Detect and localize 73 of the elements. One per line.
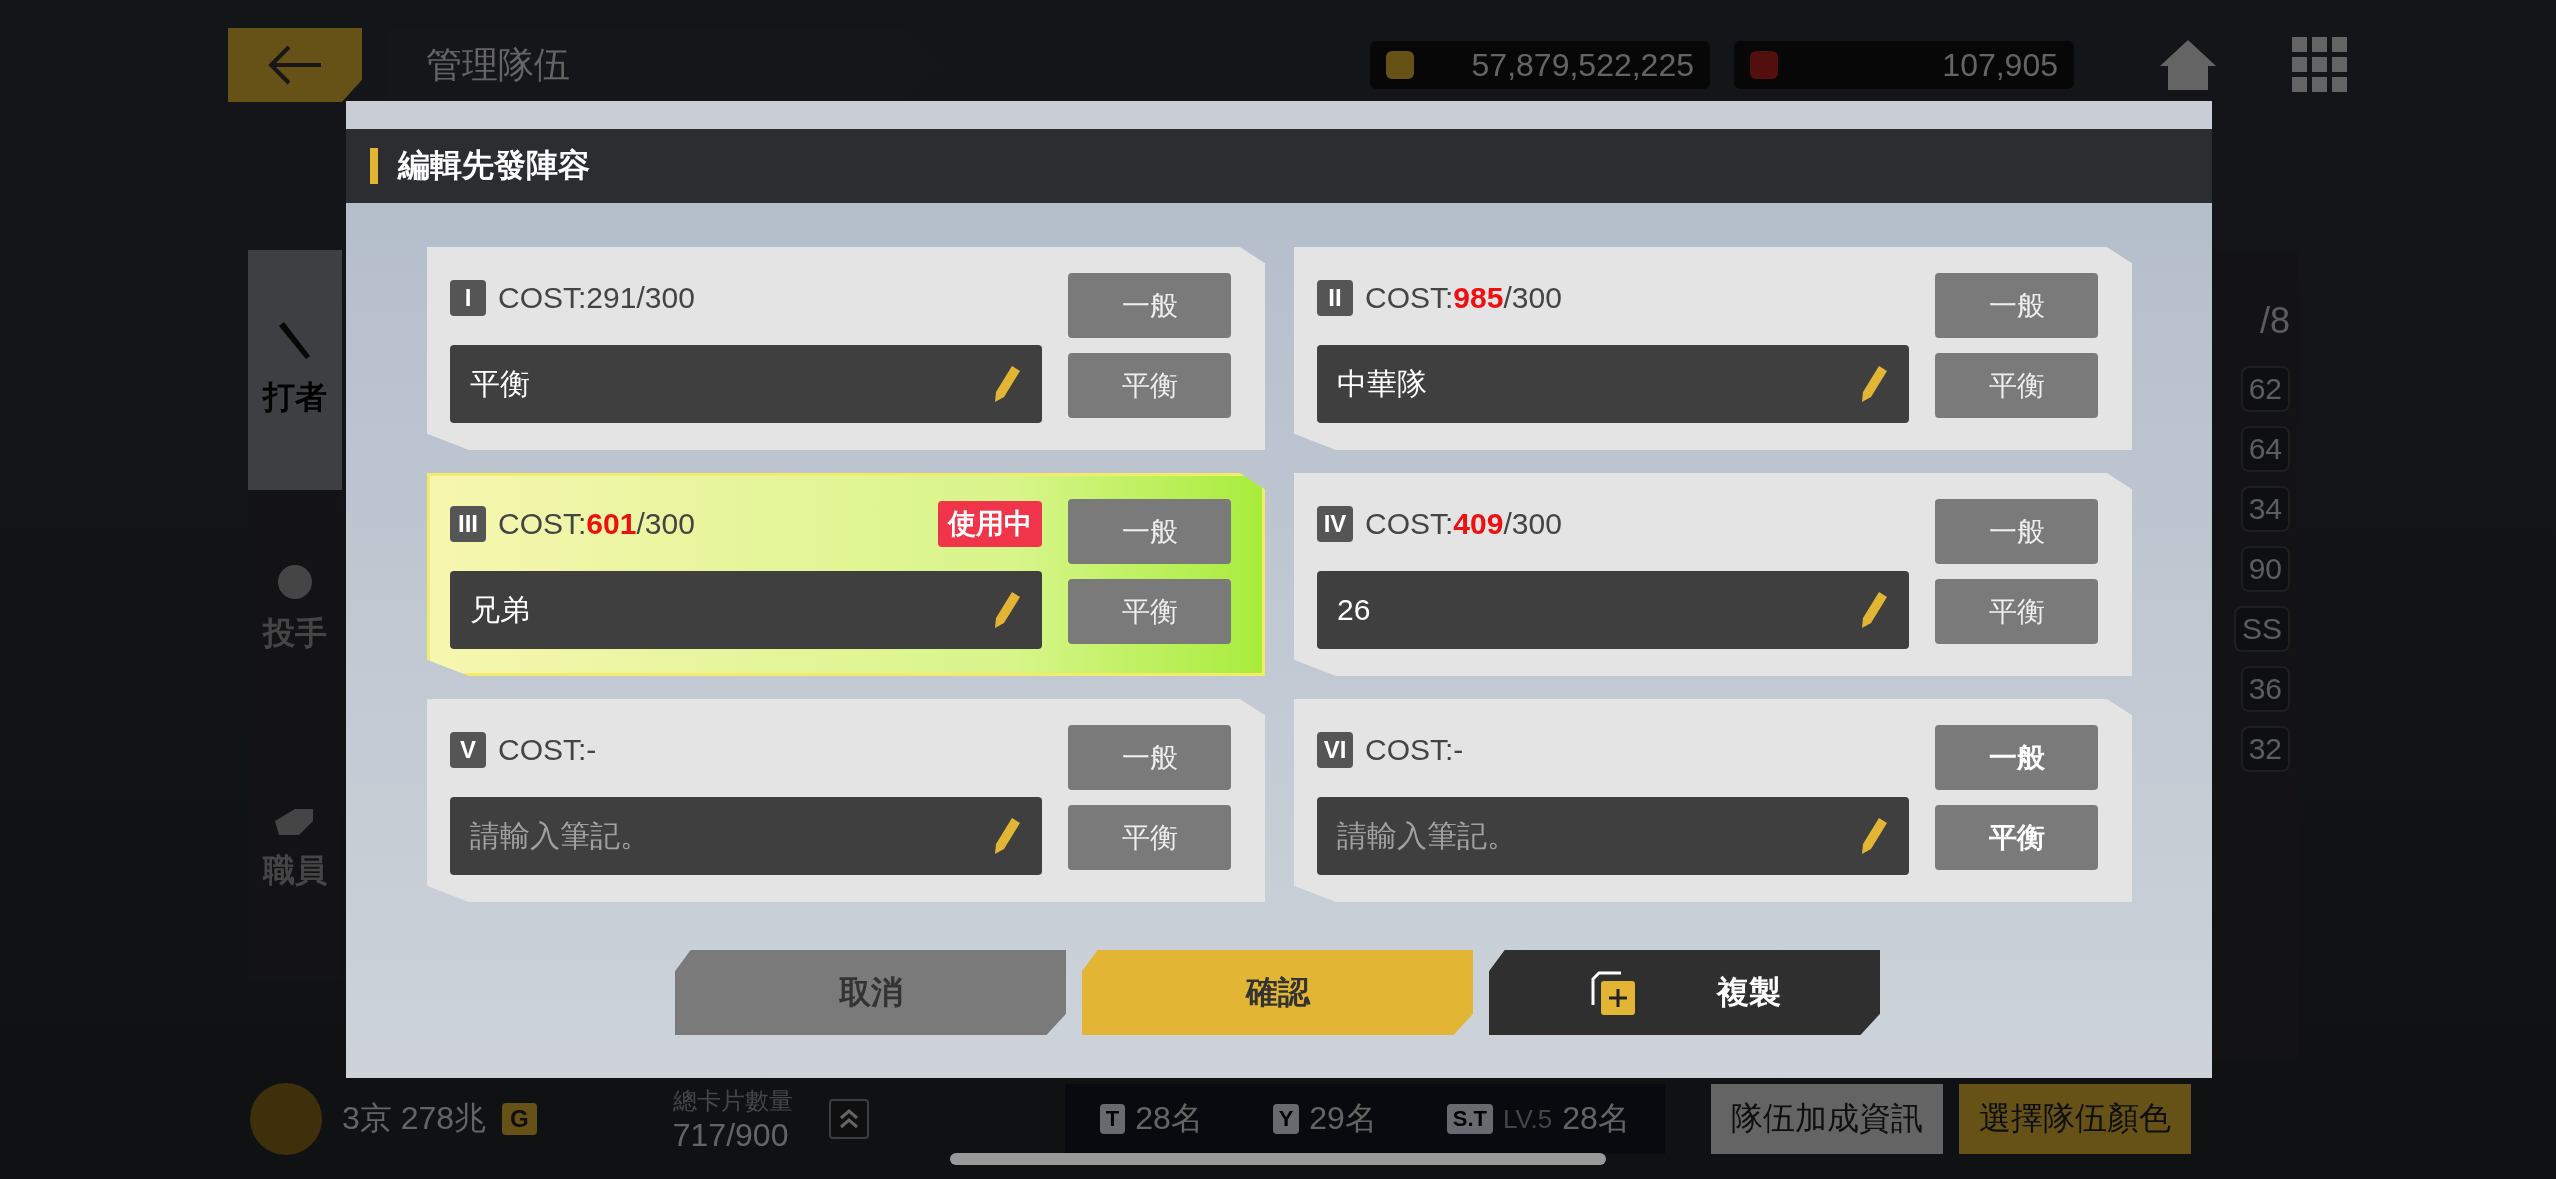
card-tag: 90: [2240, 546, 2290, 592]
note-field[interactable]: 中華隊: [1317, 345, 1909, 423]
note-field[interactable]: 請輸入筆記。: [450, 797, 1042, 875]
note-placeholder: 請輸入筆記。: [470, 817, 650, 854]
expand-button[interactable]: [828, 1099, 869, 1139]
bottom-button[interactable]: 選擇隊伍顏色: [1958, 1084, 2191, 1154]
stat-value: 29名: [1309, 1099, 1377, 1138]
cost-text: COST:-: [498, 732, 597, 767]
grid-menu-icon[interactable]: [2292, 37, 2348, 93]
cost-text: COST:409/300: [1365, 506, 1562, 541]
cancel-button[interactable]: 取消: [675, 950, 1066, 1035]
in-use-badge: 使用中: [938, 500, 1042, 547]
slot-numeral: V: [450, 731, 486, 768]
mode-button[interactable]: 一般: [1068, 273, 1231, 338]
note-field[interactable]: 兄弟: [450, 571, 1042, 649]
card-tag: 34: [2240, 486, 2290, 532]
note-text: 平衡: [470, 365, 530, 402]
mode-button[interactable]: 一般: [1068, 725, 1231, 790]
mode-button[interactable]: 一般: [1935, 725, 2098, 790]
currency-amount: 57,879,522,225: [1471, 46, 1694, 84]
slot-numeral: III: [450, 505, 486, 542]
cost-text: COST:985/300: [1365, 280, 1562, 315]
mode-button[interactable]: 平衡: [1068, 805, 1231, 870]
slot-numeral: VI: [1317, 731, 1353, 768]
slot-numeral: IV: [1317, 505, 1353, 542]
copy-button[interactable]: 複製: [1489, 950, 1880, 1035]
baseball-icon: [277, 564, 313, 600]
chevron-up-icon: [837, 1108, 860, 1130]
mode-button[interactable]: 平衡: [1935, 805, 2098, 870]
note-field[interactable]: 26: [1317, 571, 1909, 649]
card-tag: SS: [2233, 606, 2290, 652]
card-count: 717/900: [672, 1116, 790, 1154]
mode-button[interactable]: 一般: [1068, 499, 1231, 564]
note-text: 中華隊: [1337, 365, 1427, 402]
bottom-button[interactable]: 隊伍加成資訊: [1710, 1084, 1943, 1154]
slot-numeral: II: [1317, 279, 1353, 316]
mode-button[interactable]: 一般: [1935, 273, 2098, 338]
roster-count: /8: [2259, 300, 2290, 342]
mode-button[interactable]: 平衡: [1935, 579, 2098, 644]
page-title: 管理隊伍: [426, 42, 570, 87]
money-amount: 3京 278兆: [342, 1099, 487, 1138]
mode-button[interactable]: 平衡: [1068, 353, 1231, 418]
mode-button[interactable]: 一般: [1935, 499, 2098, 564]
stat-badge: Y: [1272, 1104, 1300, 1134]
back-arrow-icon: [267, 45, 323, 85]
card-tag: 36: [2240, 666, 2290, 712]
mode-button[interactable]: 平衡: [1068, 579, 1231, 644]
note-text: 兄弟: [470, 591, 530, 628]
note-text: 26: [1337, 593, 1371, 627]
cost-text: COST:601/300: [498, 506, 695, 541]
card-tag: 32: [2240, 726, 2290, 772]
accent-bar: [370, 148, 378, 184]
stat-value: 28名: [1135, 1099, 1203, 1138]
mode-button[interactable]: 平衡: [1935, 353, 2098, 418]
card-tag: 64: [2240, 426, 2290, 472]
stat-level: LV.5: [1503, 1103, 1553, 1135]
cost-text: COST:-: [1365, 732, 1464, 767]
note-field[interactable]: 平衡: [450, 345, 1042, 423]
stat-badge: S.T: [1446, 1104, 1494, 1134]
card-tag: 62: [2240, 366, 2290, 412]
dialog-title: 編輯先發陣容: [398, 146, 590, 185]
stat-value: 28名: [1562, 1099, 1630, 1138]
note-placeholder: 請輸入筆記。: [1337, 817, 1517, 854]
cost-text: COST:291/300: [498, 280, 695, 315]
back-button[interactable]: [228, 28, 362, 102]
side-tab[interactable]: 打者: [248, 250, 342, 490]
home-icon[interactable]: [2158, 38, 2218, 92]
slot-numeral: I: [450, 279, 486, 316]
stat-badge: T: [1099, 1104, 1126, 1134]
money-badge: G: [502, 1103, 537, 1135]
note-field[interactable]: 請輸入筆記。: [1317, 797, 1909, 875]
gem-amount: 107,905: [1942, 46, 2058, 84]
confirm-button[interactable]: 確認: [1082, 950, 1473, 1035]
